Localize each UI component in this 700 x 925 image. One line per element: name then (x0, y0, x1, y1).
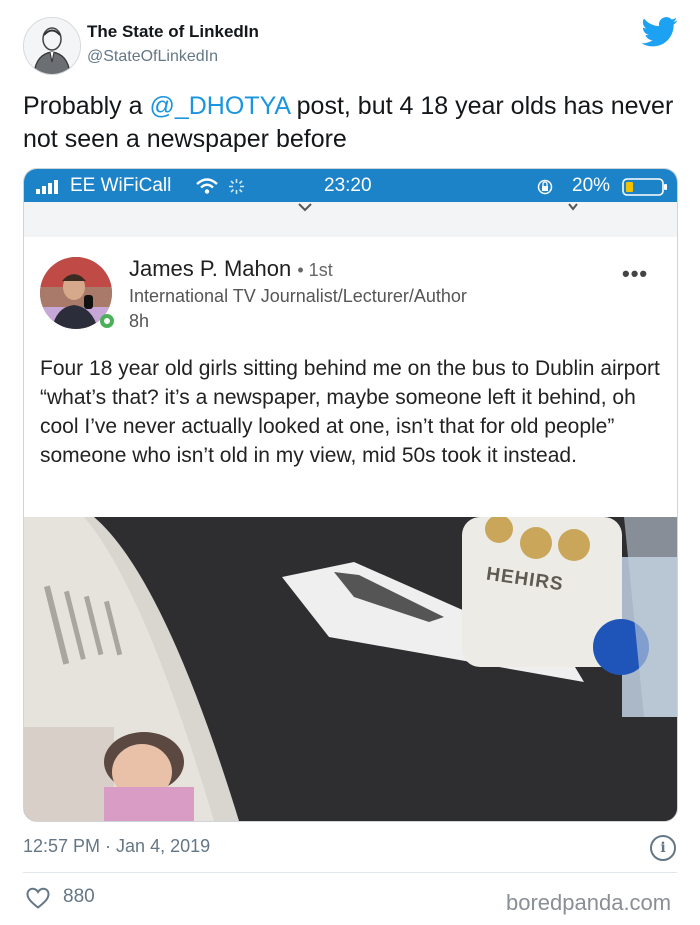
tweet-text-before: Probably a (23, 92, 150, 120)
user-handle[interactable]: @StateOfLinkedIn (87, 48, 218, 66)
post-photo[interactable]: HEHIRS (24, 517, 677, 821)
loading-spinner-icon (229, 179, 244, 194)
phone-status-bar: EE WiFiCall 23:20 20% (24, 169, 677, 202)
battery-icon (622, 178, 667, 196)
watermark-text: boredpanda.com (506, 890, 672, 915)
author-avatar[interactable] (23, 17, 81, 75)
twitter-bird-icon[interactable] (642, 17, 678, 47)
sketch-portrait-image (24, 18, 80, 74)
like-count[interactable]: 880 (63, 886, 95, 908)
post-text: Four 18 year old girls sitting behind me… (40, 357, 660, 467)
carrier-label: EE WiFiCall (70, 175, 172, 196)
post-time-ago: 8h (129, 311, 150, 331)
battery-percent: 20% (572, 175, 611, 196)
online-status-indicator (100, 314, 114, 328)
tweet-timestamp[interactable]: 12:57 PM · Jan 4, 2019 (23, 836, 210, 857)
more-options-icon[interactable]: ••• (622, 261, 648, 287)
author-headline: International TV Journalist/Lecturer/Aut… (129, 286, 467, 306)
feed-separator (24, 202, 677, 237)
info-icon[interactable]: i (650, 835, 676, 861)
linkedin-post[interactable]: James P. Mahon • 1st International TV Jo… (24, 237, 677, 821)
clock-label: 23:20 (324, 175, 372, 196)
wifi-icon (196, 178, 218, 194)
embedded-screenshot[interactable]: EE WiFiCall 23:20 20% James P. Mahon • 1… (23, 168, 678, 822)
signal-bars-icon (36, 180, 58, 194)
post-author-line[interactable]: James P. Mahon • 1st (129, 256, 333, 282)
post-author-name[interactable]: James P. Mahon (129, 256, 291, 281)
orientation-lock-icon (537, 179, 553, 195)
heart-icon[interactable] (26, 887, 50, 909)
bus-tray-photo (24, 517, 677, 821)
mention-link[interactable]: @_DHOTYA (149, 92, 289, 120)
display-name[interactable]: The State of LinkedIn (87, 22, 259, 42)
footer-divider (23, 872, 677, 873)
tweet-text: Probably a @_DHOTYA post, but 4 18 year … (23, 90, 683, 156)
connection-degree: • 1st (297, 260, 333, 280)
